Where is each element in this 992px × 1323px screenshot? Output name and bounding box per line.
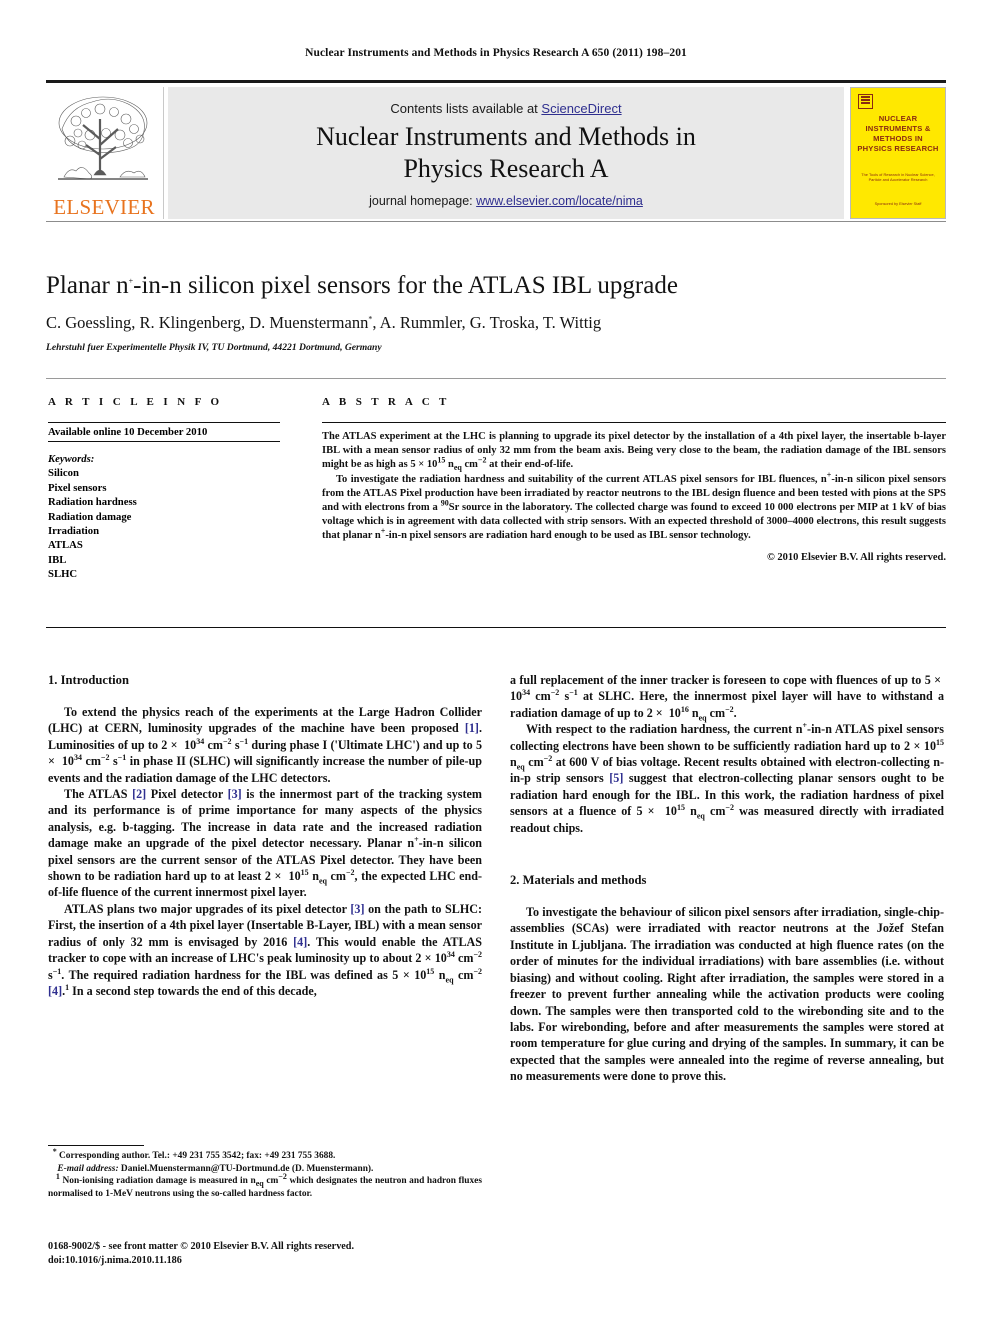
- homepage-prefix-text: journal homepage:: [369, 194, 477, 208]
- sciencedirect-link[interactable]: ScienceDirect: [541, 101, 621, 116]
- abstract-rule: [322, 422, 946, 423]
- abstract-body: The ATLAS experiment at the LHC is plann…: [322, 430, 946, 565]
- body-paragraph: With respect to the radiation hardness, …: [510, 721, 945, 835]
- citation-link[interactable]: [4]: [293, 935, 307, 949]
- running-head: Nuclear Instruments and Methods in Physi…: [305, 47, 687, 59]
- keyword-item: ATLAS: [48, 539, 83, 552]
- footnotes-block: * Corresponding author. Tel.: +49 231 75…: [48, 1146, 482, 1200]
- title-superscript-plus: +: [128, 276, 134, 286]
- body-paragraph: To investigate the behaviour of silicon …: [510, 905, 944, 1084]
- body-paragraph: ATLAS plans two major upgrades of its pi…: [48, 901, 483, 998]
- footnote-email: E-mail address: Daniel.Muenstermann@TU-D…: [48, 1163, 482, 1176]
- keyword-item: Radiation damage: [48, 510, 132, 523]
- footnote-separator: [48, 1145, 144, 1146]
- keywords-label: Keywords:: [48, 453, 95, 465]
- body-paragraph: a full replacement of the inner tracker …: [510, 673, 944, 723]
- elsevier-tree-icon: [58, 96, 148, 180]
- cover-footer-text: Sponsored by Elsevier Staff: [874, 202, 922, 206]
- citation-link[interactable]: [1]: [465, 721, 479, 735]
- body-paragraph: The ATLAS [2] Pixel detector [3] is the …: [48, 787, 483, 900]
- author-list: C. Goessling, R. Klingenberg, D. Muenste…: [46, 313, 602, 332]
- abstract-copyright: © 2010 Elsevier B.V. All rights reserved…: [766, 551, 946, 563]
- citation-link[interactable]: [2]: [132, 787, 146, 801]
- keyword-item: IBL: [48, 553, 67, 566]
- footnote-note-1: 1 Non-ionising radiation damage is measu…: [48, 1172, 482, 1199]
- masthead-center: Contents lists available at ScienceDirec…: [168, 87, 844, 219]
- cover-subtitle-text: The Tools of Research in Nuclear Science…: [861, 172, 935, 183]
- body-column-left: 1. Introduction To extend the physics re…: [48, 672, 482, 999]
- journal-homepage-line: journal homepage: www.elsevier.com/locat…: [168, 194, 844, 208]
- abstract-paragraph-2: To investigate the radiation hardness an…: [322, 470, 946, 542]
- masthead-bottom-rule: [46, 221, 946, 222]
- elsevier-wordmark: ELSEVIER: [53, 195, 155, 219]
- contents-prefix-text: Contents lists available at: [390, 101, 542, 116]
- available-online-date: Available online 10 December 2010: [48, 422, 280, 442]
- email-address-label: E-mail address:: [57, 1163, 119, 1174]
- section-heading-introduction: 1. Introduction: [48, 673, 129, 687]
- contents-available-line: Contents lists available at ScienceDirec…: [168, 101, 844, 116]
- cover-publisher-icon: [858, 94, 873, 109]
- journal-masthead: ELSEVIER Contents lists available at Sci…: [46, 80, 946, 221]
- imprint-block: 0168-9002/$ - see front matter © 2010 El…: [48, 1240, 482, 1267]
- journal-title-line-1: Nuclear Instruments and Methods in: [316, 122, 696, 151]
- keyword-item: Radiation hardness: [48, 496, 137, 509]
- keyword-item: Silicon: [48, 467, 79, 480]
- keywords-list: Keywords: Silicon Pixel sensors Radiatio…: [48, 452, 280, 582]
- keyword-item: Irradiation: [48, 525, 100, 538]
- citation-link[interactable]: [3]: [228, 787, 242, 801]
- body-paragraph: To extend the physics reach of the exper…: [48, 705, 483, 785]
- affiliation: Lehrstuhl fuer Experimentelle Physik IV,…: [46, 342, 382, 353]
- corresponding-author-marker: *: [368, 314, 373, 324]
- email-address-value[interactable]: Daniel.Muenstermann@TU-Dortmund.de (D. M…: [119, 1164, 373, 1174]
- imprint-front-matter: 0168-9002/$ - see front matter © 2010 El…: [48, 1241, 355, 1252]
- abstract-heading: A B S T R A C T: [322, 396, 450, 408]
- article-info-heading: A R T I C L E I N F O: [48, 396, 223, 408]
- journal-title-line-2: Physics Research A: [403, 154, 609, 183]
- info-top-rule: [46, 378, 946, 379]
- footnote-corresponding-author: * Corresponding author. Tel.: +49 231 75…: [52, 1146, 336, 1161]
- cover-title-text: NUCLEAR INSTRUMENTS & METHODS IN PHYSICS…: [857, 114, 939, 153]
- journal-cover-thumbnail: NUCLEAR INSTRUMENTS & METHODS IN PHYSICS…: [850, 87, 946, 219]
- journal-title: Nuclear Instruments and Methods in Physi…: [168, 121, 844, 185]
- page-title: Planar n+-in-n silicon pixel sensors for…: [46, 272, 678, 299]
- abstract-block: A B S T R A C T The ATLAS experiment at …: [322, 396, 946, 565]
- abstract-paragraph-1: The ATLAS experiment at the LHC is plann…: [322, 431, 946, 473]
- elsevier-logo-block: ELSEVIER: [46, 87, 164, 219]
- section-heading-materials-and-methods: 2. Materials and methods: [510, 873, 647, 888]
- citation-link[interactable]: [3]: [350, 902, 364, 916]
- imprint-doi: doi:10.1016/j.nima.2010.11.186: [48, 1254, 182, 1266]
- paper-page: Nuclear Instruments and Methods in Physi…: [0, 0, 992, 1323]
- body-column-right: a full replacement of the inner tracker …: [510, 672, 944, 1085]
- journal-homepage-link[interactable]: www.elsevier.com/locate/nima: [476, 194, 643, 208]
- abstract-bottom-rule: [46, 627, 946, 628]
- article-info-block: A R T I C L E I N F O Available online 1…: [48, 396, 280, 582]
- citation-link[interactable]: [4]: [48, 984, 62, 998]
- citation-link[interactable]: [5]: [609, 771, 623, 785]
- keyword-item: SLHC: [48, 568, 78, 581]
- keyword-item: Pixel sensors: [48, 481, 107, 494]
